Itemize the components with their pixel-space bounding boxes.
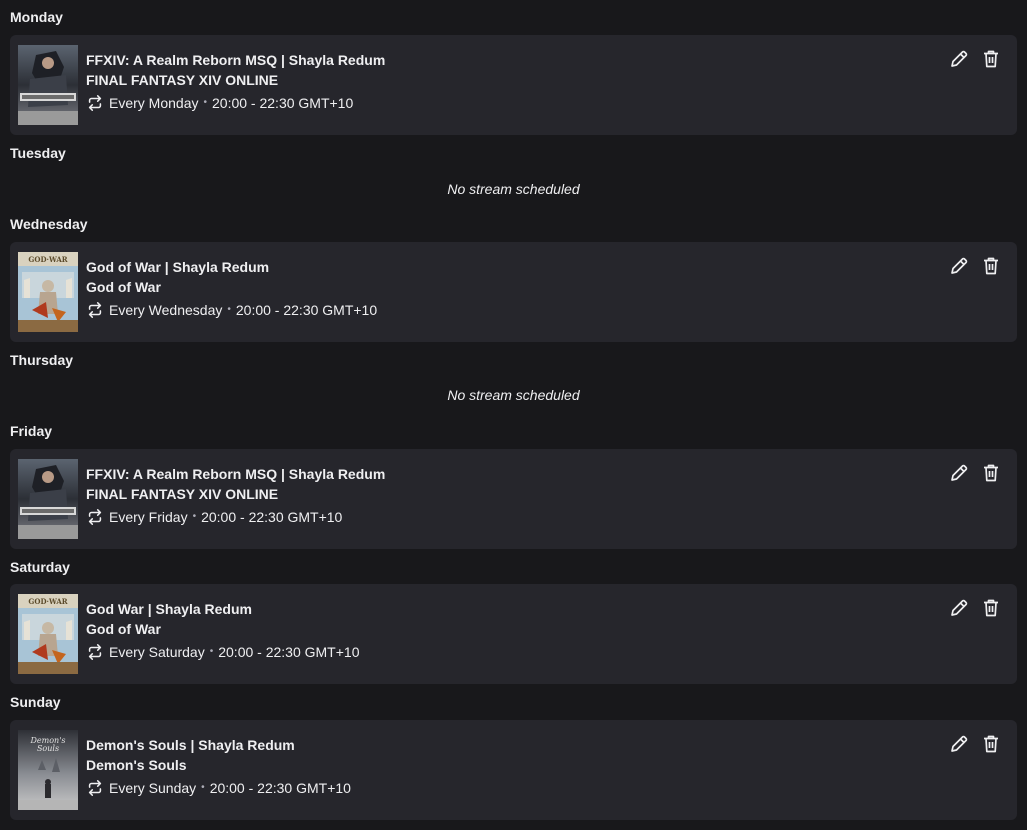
separator-dot: •	[227, 304, 231, 315]
pencil-icon	[951, 735, 968, 752]
day-heading-tuesday: Tuesday	[10, 145, 66, 161]
day-heading-friday: Friday	[10, 423, 53, 439]
separator-dot: •	[203, 97, 207, 108]
trash-icon	[984, 257, 998, 275]
stream-schedule: Monday FFXIV: A Realm Reborn MSQ | Shayl…	[0, 0, 1027, 830]
separator-dot: •	[201, 782, 205, 793]
segment-title: God War | Shayla Redum	[86, 601, 252, 617]
recurrence-label: Every Saturday	[109, 644, 205, 660]
svg-text:Souls: Souls	[37, 744, 59, 753]
time-range: 20:00 - 22:30 GMT+10	[209, 780, 351, 796]
edit-button[interactable]	[948, 255, 970, 277]
time-range: 20:00 - 22:30 GMT+10	[201, 509, 343, 525]
segment-recurrence: Every Wednesday • 20:00 - 22:30 GMT+10	[86, 301, 377, 319]
delete-button[interactable]	[980, 462, 1002, 484]
segment-recurrence: Every Saturday • 20:00 - 22:30 GMT+10	[86, 643, 360, 661]
demons-souls-cover-image: Demon's Souls	[18, 730, 78, 810]
pencil-icon	[951, 50, 968, 67]
pencil-icon	[951, 257, 968, 274]
segment-recurrence: Every Monday • 20:00 - 22:30 GMT+10	[86, 94, 353, 112]
segment-title: God of War | Shayla Redum	[86, 259, 270, 275]
segment-card-saturday: GOD·WAR God War | Shayla Redum God of Wa…	[10, 584, 1017, 684]
svg-text:GOD·WAR: GOD·WAR	[28, 597, 67, 606]
ffxiv-cover-image	[18, 45, 78, 125]
segment-recurrence: Every Sunday • 20:00 - 22:30 GMT+10	[86, 779, 351, 797]
trash-icon	[984, 464, 998, 482]
segment-recurrence: Every Friday • 20:00 - 22:30 GMT+10	[86, 508, 342, 526]
recurrence-label: Every Sunday	[109, 780, 197, 796]
recurrence-label: Every Friday	[109, 509, 188, 525]
day-heading-sunday: Sunday	[10, 694, 61, 710]
day-heading-wednesday: Wednesday	[10, 216, 88, 232]
repeat-icon	[88, 509, 102, 525]
time-range: 20:00 - 22:30 GMT+10	[235, 302, 378, 318]
segment-title: FFXIV: A Realm Reborn MSQ | Shayla Redum	[86, 466, 386, 482]
delete-button[interactable]	[980, 733, 1002, 755]
day-heading-saturday: Saturday	[10, 559, 70, 575]
pencil-icon	[951, 599, 968, 616]
svg-text:GOD·WAR: GOD·WAR	[28, 255, 67, 264]
repeat-icon	[88, 302, 102, 318]
segment-card-sunday: Demon's Souls Demon's Souls | Shayla Red…	[10, 720, 1017, 820]
pencil-icon	[951, 464, 968, 481]
edit-button[interactable]	[948, 733, 970, 755]
time-range: 20:00 - 22:30 GMT+10	[218, 644, 360, 660]
segment-title: FFXIV: A Realm Reborn MSQ | Shayla Redum	[86, 52, 386, 68]
repeat-icon	[88, 644, 102, 660]
repeat-icon	[88, 780, 102, 796]
trash-icon	[984, 599, 998, 617]
segment-card-friday: FFXIV: A Realm Reborn MSQ | Shayla Redum…	[10, 449, 1017, 549]
trash-icon	[984, 735, 998, 753]
recurrence-label: Every Monday	[109, 95, 199, 111]
delete-button[interactable]	[980, 255, 1002, 277]
segment-card-monday: FFXIV: A Realm Reborn MSQ | Shayla Redum…	[10, 35, 1017, 135]
ffxiv-cover-image	[18, 459, 78, 539]
god-of-war-cover-image: GOD·WAR	[18, 252, 78, 332]
day-heading-monday: Monday	[10, 9, 63, 25]
god-of-war-cover-image: GOD·WAR	[18, 594, 78, 674]
segment-game: FINAL FANTASY XIV ONLINE	[86, 486, 279, 502]
segment-title: Demon's Souls | Shayla Redum	[86, 737, 295, 753]
repeat-icon	[88, 95, 102, 111]
edit-button[interactable]	[948, 48, 970, 70]
separator-dot: •	[209, 646, 214, 657]
delete-button[interactable]	[980, 48, 1002, 70]
no-stream-message: No stream scheduled	[447, 181, 580, 197]
segment-game: God of War	[86, 279, 161, 295]
time-range: 20:00 - 22:30 GMT+10	[212, 95, 354, 111]
segment-game: God of War	[86, 621, 161, 637]
delete-button[interactable]	[980, 597, 1002, 619]
segment-card-wednesday: GOD·WAR God of War | Shayla Redum God of…	[10, 242, 1017, 342]
trash-icon	[984, 50, 998, 68]
day-heading-thursday: Thursday	[10, 352, 74, 368]
no-stream-message: No stream scheduled	[447, 387, 580, 403]
separator-dot: •	[192, 511, 197, 522]
edit-button[interactable]	[948, 597, 970, 619]
recurrence-label: Every Wednesday	[109, 302, 223, 318]
edit-button[interactable]	[948, 462, 970, 484]
segment-game: FINAL FANTASY XIV ONLINE	[86, 72, 279, 88]
segment-game: Demon's Souls	[86, 757, 187, 773]
